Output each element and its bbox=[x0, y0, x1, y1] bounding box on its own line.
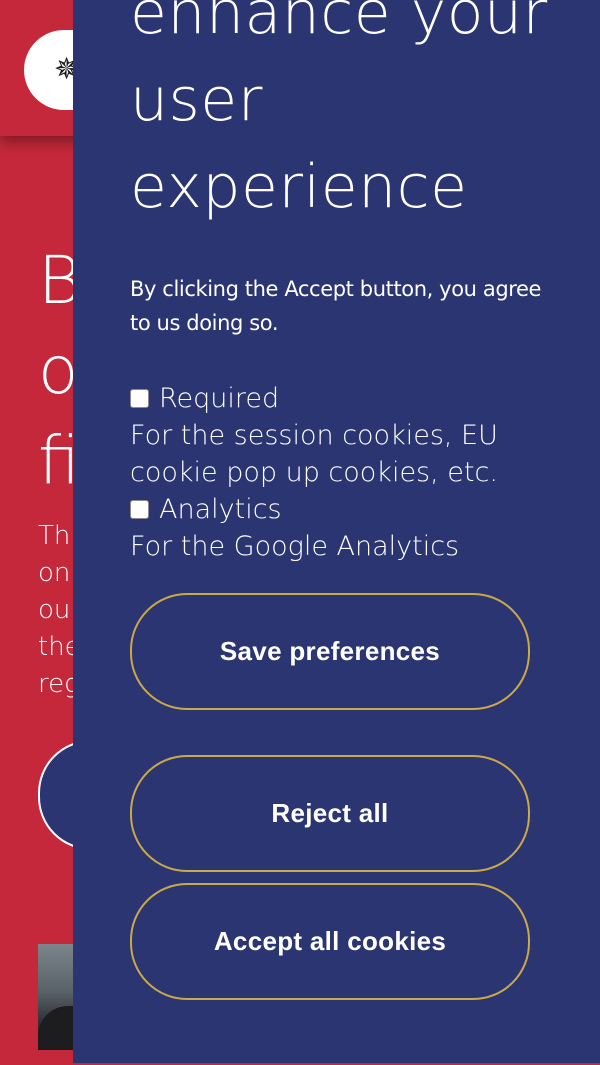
save-preferences-button[interactable]: Save preferences bbox=[130, 593, 530, 710]
analytics-description: For the Google Analytics bbox=[130, 531, 460, 562]
heading-line: user bbox=[130, 65, 263, 135]
cookie-option-required: Required For the session cookies, EU coo… bbox=[130, 380, 570, 491]
required-checkbox[interactable] bbox=[130, 389, 149, 408]
option-row[interactable]: Required bbox=[130, 380, 570, 417]
hero-text-line: ou bbox=[38, 595, 71, 625]
cookie-intro-text: By clicking the Accept button, you agree… bbox=[130, 277, 542, 335]
analytics-checkbox[interactable] bbox=[130, 500, 149, 519]
option-row[interactable]: Analytics bbox=[130, 491, 570, 528]
heading-line: enhance your bbox=[130, 0, 548, 48]
cookie-panel-heading: enhance your user experience bbox=[130, 0, 580, 231]
required-label[interactable]: Required bbox=[159, 380, 279, 417]
accept-all-cookies-button[interactable]: Accept all cookies bbox=[130, 883, 530, 1000]
heading-line: experience bbox=[130, 152, 468, 222]
hero-text-line: on bbox=[38, 558, 71, 588]
cookie-consent-panel: enhance your user experience By clicking… bbox=[73, 0, 600, 1063]
reject-all-button[interactable]: Reject all bbox=[130, 755, 530, 872]
analytics-label[interactable]: Analytics bbox=[159, 491, 282, 528]
cookie-option-analytics: Analytics For the Google Analytics bbox=[130, 491, 570, 565]
hero-text-line: Thi bbox=[38, 521, 78, 551]
required-description: For the session cookies, EU cookie pop u… bbox=[130, 420, 498, 488]
